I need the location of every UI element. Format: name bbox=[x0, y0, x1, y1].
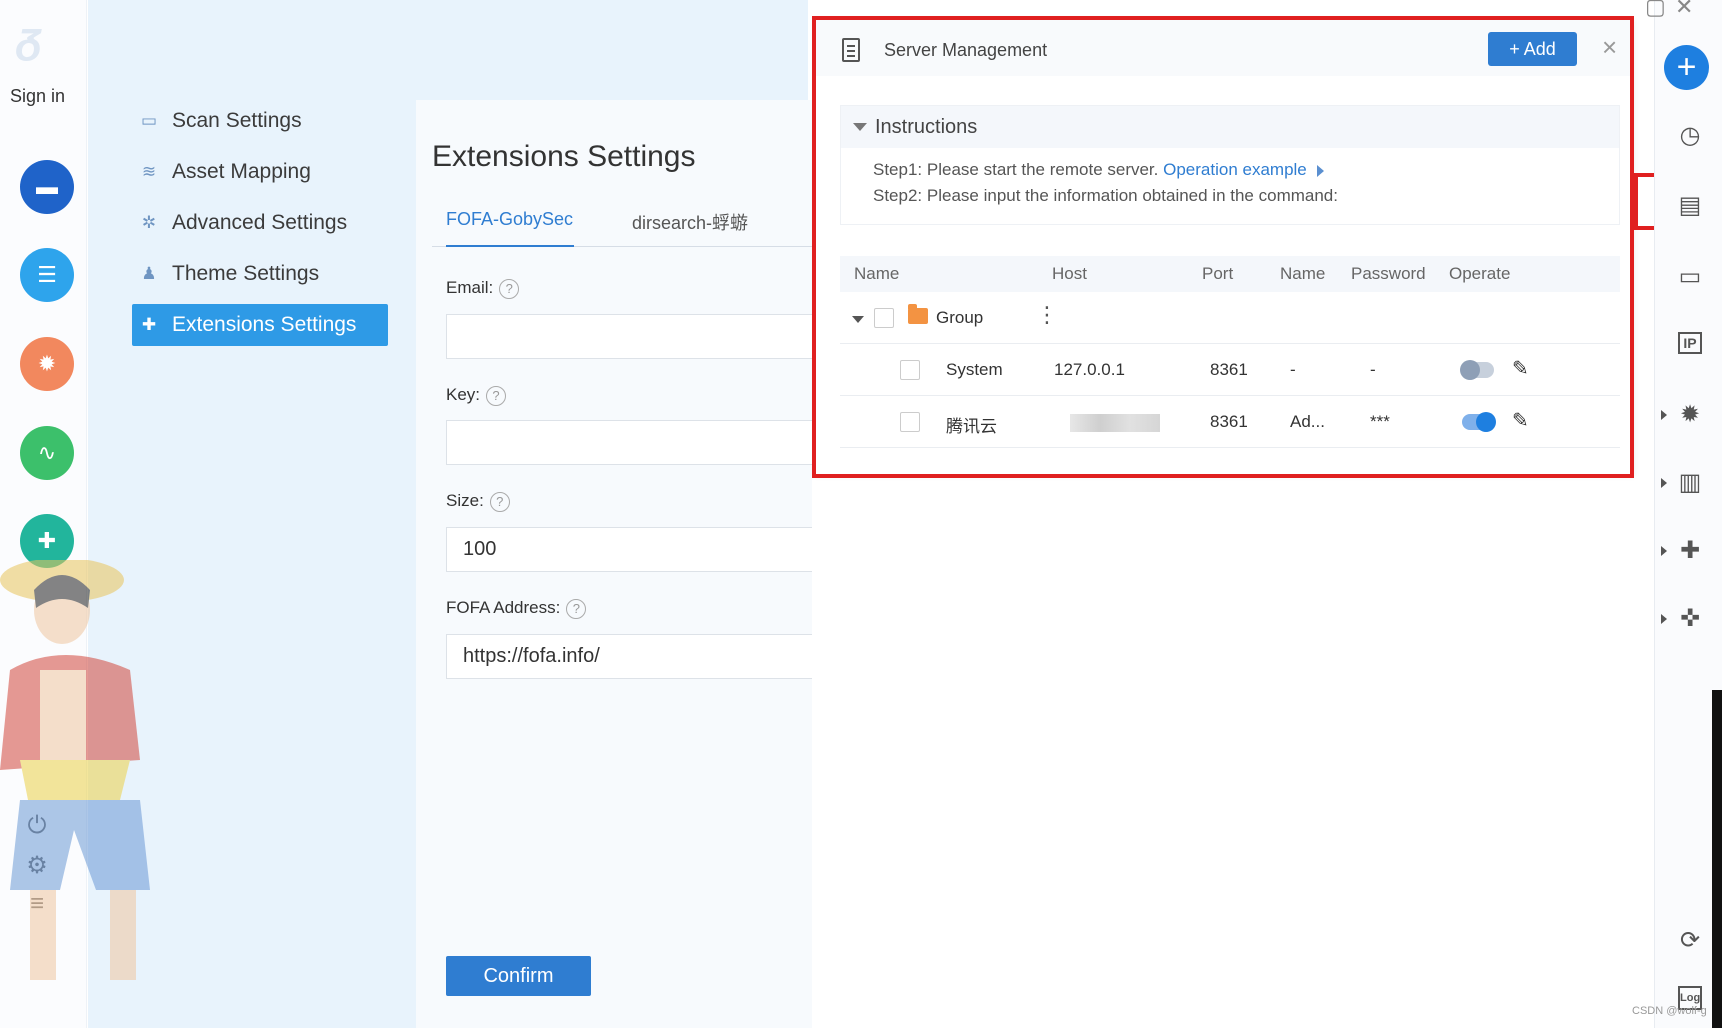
server-icon[interactable]: ▤ bbox=[1675, 191, 1705, 221]
menu-icon[interactable]: ≡ bbox=[23, 890, 51, 918]
history-icon[interactable]: ◷ bbox=[1675, 121, 1705, 151]
fofa-address-field[interactable]: https://fofa.info/ bbox=[446, 634, 812, 679]
sign-in-link[interactable]: Sign in bbox=[10, 86, 65, 107]
plugin-icon[interactable]: ✚ bbox=[1675, 536, 1705, 566]
refresh-icon[interactable]: ⟳ bbox=[1675, 926, 1705, 956]
shirt-icon: ♟ bbox=[141, 264, 157, 283]
tab-fofa-gobysec[interactable]: FOFA-GobySec bbox=[446, 209, 573, 230]
caret-right-icon bbox=[1661, 614, 1667, 624]
help-icon[interactable]: ? bbox=[566, 598, 587, 619]
chart-icon[interactable]: ▥ bbox=[1675, 468, 1705, 498]
puzzle-icon: ✚ bbox=[141, 315, 157, 334]
nav-theme-settings[interactable]: ♟ Theme Settings bbox=[132, 253, 388, 295]
watermark: CSDN @wolf-g bbox=[1632, 1005, 1707, 1017]
settings-nav: ▭ Scan Settings ≋ Asset Mapping ✲ Advanc… bbox=[132, 100, 388, 355]
email-label-text: Email: bbox=[446, 278, 494, 297]
window-edge bbox=[1712, 690, 1722, 1028]
fofa-address-label-text: FOFA Address: bbox=[446, 598, 561, 617]
scan-nav-button[interactable]: ▬ bbox=[20, 160, 74, 214]
layers-icon: ≋ bbox=[141, 162, 157, 181]
nav-extensions-settings[interactable]: ✚ Extensions Settings bbox=[132, 304, 388, 346]
fofa-address-label: FOFA Address:? bbox=[446, 598, 587, 619]
caret-right-icon bbox=[1661, 410, 1667, 420]
plugin-run-icon[interactable]: ✜ bbox=[1675, 604, 1705, 634]
nav-scan-settings[interactable]: ▭ Scan Settings bbox=[132, 100, 388, 142]
maximize-icon[interactable]: ▢ bbox=[1645, 0, 1666, 20]
asset-nav-button[interactable]: ☰ bbox=[20, 248, 74, 302]
left-icon-rail: ᵹ Sign in ▬ ☰ ✹ ∿ ✚ ⏻ ⚙ ≡ bbox=[0, 0, 87, 1028]
puzzle-icon: ✚ bbox=[37, 528, 57, 553]
chart-line-icon: ∿ bbox=[37, 440, 57, 465]
bug-icon[interactable]: ✹ bbox=[1675, 400, 1705, 430]
size-label: Size:? bbox=[446, 491, 510, 512]
goby-app-window: ᵹ Sign in ▬ ☰ ✹ ∿ ✚ ⏻ ⚙ ≡ ▭ Scan Setting… bbox=[0, 0, 1722, 1028]
page-title: Extensions Settings bbox=[432, 140, 696, 173]
nav-label: Extensions Settings bbox=[172, 313, 357, 336]
new-scan-plus-icon[interactable]: + bbox=[1664, 45, 1709, 90]
email-label: Email:? bbox=[446, 278, 520, 299]
report-nav-button[interactable]: ∿ bbox=[20, 426, 74, 480]
email-field[interactable] bbox=[446, 314, 812, 359]
nav-advanced-settings[interactable]: ✲ Advanced Settings bbox=[132, 202, 388, 244]
content-area bbox=[812, 480, 1654, 1028]
nav-label: Scan Settings bbox=[172, 109, 302, 132]
key-label: Key:? bbox=[446, 385, 507, 406]
help-icon[interactable]: ? bbox=[486, 385, 507, 406]
close-window-icon[interactable]: ✕ bbox=[1675, 0, 1693, 20]
nav-label: Theme Settings bbox=[172, 262, 320, 285]
scan-icon: ▬ bbox=[36, 174, 58, 199]
vuln-nav-button[interactable]: ✹ bbox=[20, 337, 74, 391]
monitor-icon: ▭ bbox=[140, 111, 158, 130]
caret-right-icon bbox=[1661, 546, 1667, 556]
nav-label: Advanced Settings bbox=[172, 211, 348, 234]
list-icon: ☰ bbox=[37, 262, 57, 287]
cog-icon: ✲ bbox=[141, 213, 157, 232]
help-icon[interactable]: ? bbox=[489, 491, 510, 512]
size-field[interactable]: 100 bbox=[446, 527, 812, 572]
help-icon[interactable]: ? bbox=[499, 278, 520, 299]
app-logo: ᵹ bbox=[18, 13, 42, 62]
bug-icon: ✹ bbox=[37, 351, 57, 376]
extension-nav-button[interactable]: ✚ bbox=[20, 514, 74, 568]
nav-label: Asset Mapping bbox=[172, 160, 311, 183]
confirm-button[interactable]: Confirm bbox=[446, 956, 591, 996]
key-label-text: Key: bbox=[446, 385, 481, 404]
gear-icon[interactable]: ⚙ bbox=[23, 852, 51, 880]
active-tab-indicator bbox=[446, 245, 574, 247]
caret-right-icon bbox=[1661, 478, 1667, 488]
ip-icon[interactable]: IP bbox=[1678, 332, 1702, 354]
extension-tabs: FOFA-GobySec dirsearch-蜉蝣 bbox=[432, 205, 812, 247]
power-icon[interactable]: ⏻ bbox=[23, 812, 51, 840]
key-field[interactable] bbox=[446, 420, 812, 465]
tab-dirsearch[interactable]: dirsearch-蜉蝣 bbox=[632, 209, 748, 235]
monitor-icon[interactable]: ▭ bbox=[1675, 262, 1705, 292]
nav-asset-mapping[interactable]: ≋ Asset Mapping bbox=[132, 151, 388, 193]
size-label-text: Size: bbox=[446, 491, 484, 510]
highlight-dialog-box bbox=[812, 16, 1634, 478]
